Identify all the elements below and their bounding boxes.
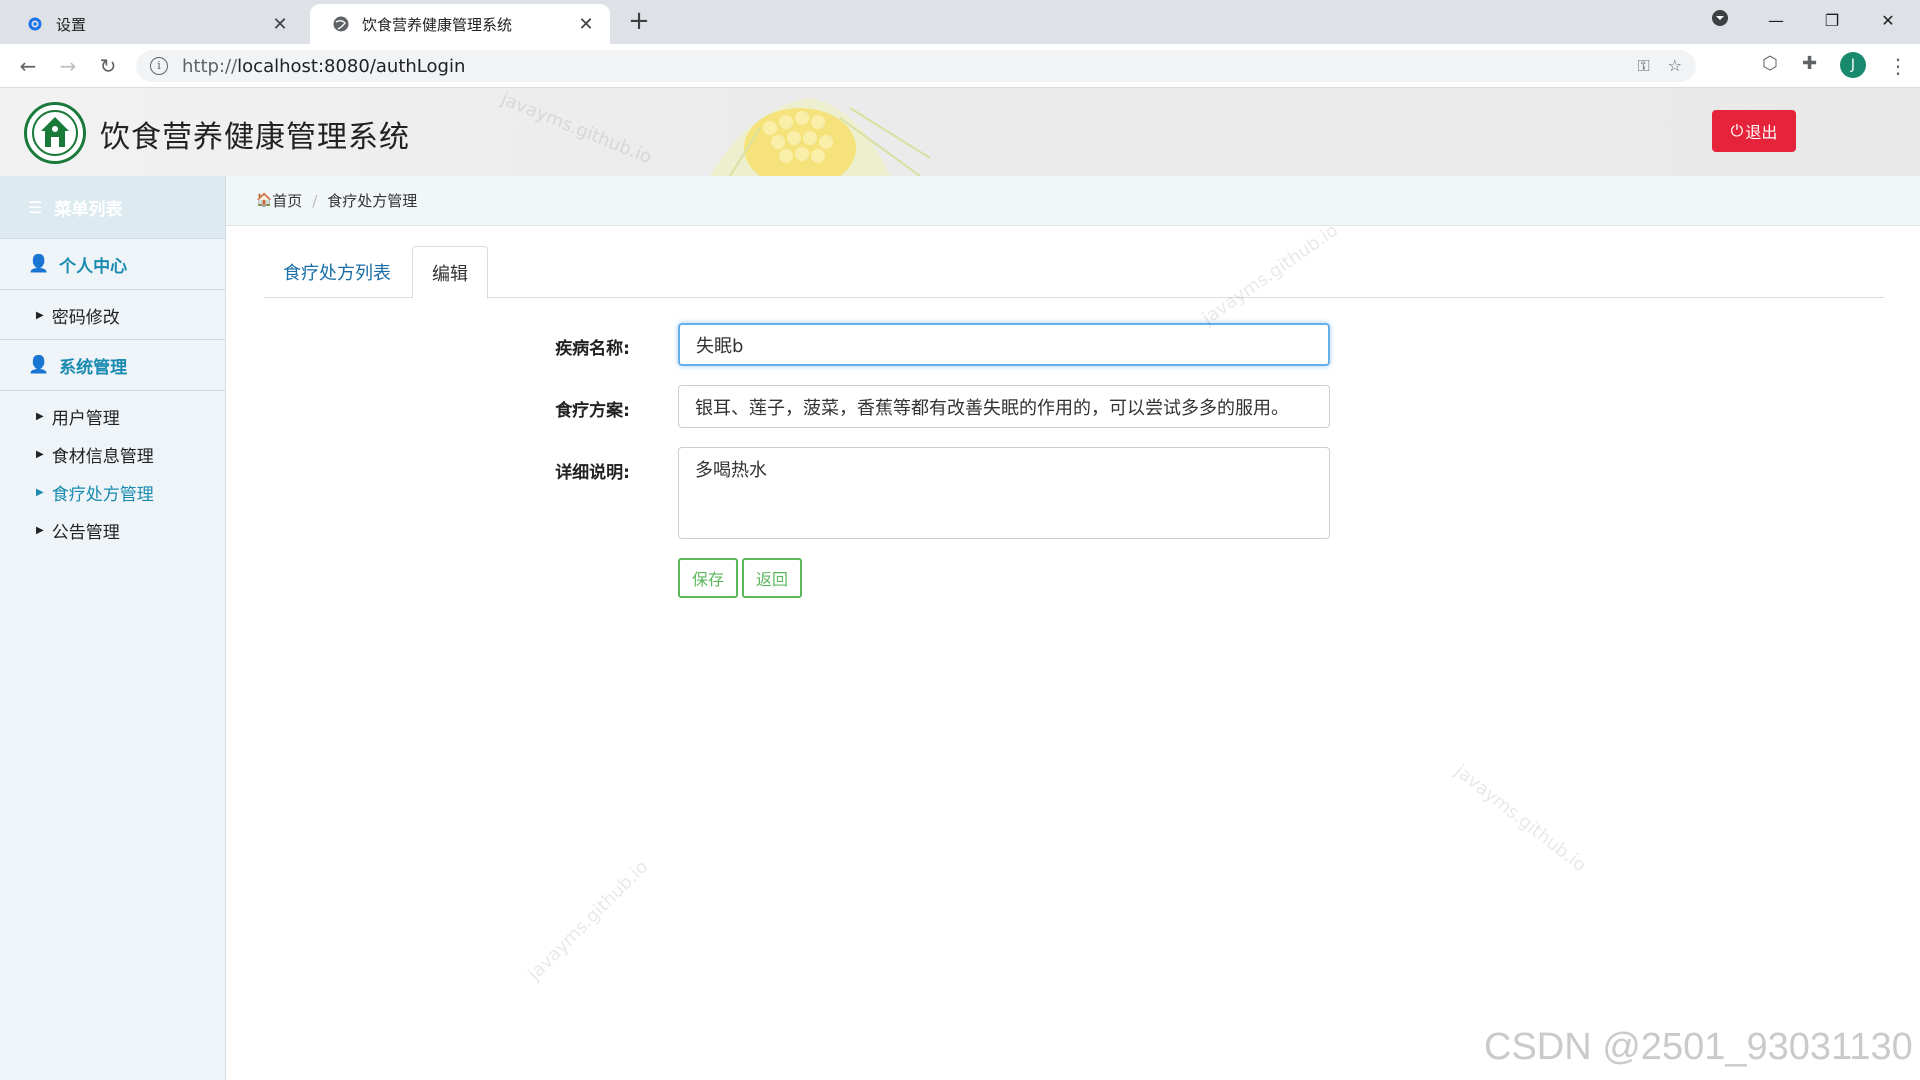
back-button[interactable]: 返回 bbox=[742, 558, 802, 598]
user-icon: 👤 bbox=[28, 254, 50, 274]
watermark: javayms.github.io bbox=[1450, 760, 1590, 877]
disease-name-input[interactable] bbox=[678, 323, 1330, 366]
breadcrumb-separator: / bbox=[312, 191, 318, 210]
logout-button[interactable]: ⏻ 退出 bbox=[1712, 110, 1796, 152]
caret-right-icon: ▶ bbox=[36, 524, 44, 536]
detail-label: 详细说明: bbox=[555, 463, 630, 483]
sidebar-menu-title: 菜单列表 bbox=[54, 199, 123, 220]
university-logo bbox=[24, 102, 86, 164]
detail-textarea[interactable]: 多喝热水 bbox=[678, 447, 1330, 539]
key-icon[interactable]: ⚿ bbox=[1637, 56, 1649, 76]
corn-illustration bbox=[710, 98, 930, 176]
avatar[interactable]: J bbox=[1840, 52, 1866, 78]
breadcrumb-home[interactable]: 首页 bbox=[272, 190, 302, 211]
star-icon[interactable]: ☆ bbox=[1668, 56, 1682, 76]
sidebar-group-label: 系统管理 bbox=[59, 357, 128, 378]
sidebar-item-label: 食疗处方管理 bbox=[51, 484, 154, 505]
power-icon: ⏻ bbox=[1730, 121, 1744, 140]
breadcrumb-current: 食疗处方管理 bbox=[327, 192, 418, 210]
csdn-watermark: CSDN @2501_93031130 bbox=[1484, 1026, 1913, 1068]
sidebar-item-users[interactable]: ▶ 用户管理 bbox=[0, 397, 225, 435]
page-tabs: 食疗处方列表 编辑 bbox=[264, 246, 1884, 299]
window-controls: — ❐ ✕ bbox=[1692, 0, 1916, 40]
profile-dropdown-icon[interactable] bbox=[1692, 9, 1748, 31]
browser-tab-title: 设置 bbox=[56, 15, 87, 34]
sidebar-item-label: 公告管理 bbox=[51, 522, 120, 543]
tab-edit[interactable]: 编辑 bbox=[412, 246, 488, 299]
sidebar-item-label: 食材信息管理 bbox=[51, 446, 154, 467]
sidebar-item-label: 密码修改 bbox=[51, 307, 120, 328]
caret-right-icon: ▶ bbox=[36, 486, 44, 498]
minimize-icon[interactable]: — bbox=[1748, 11, 1804, 30]
site-info-icon[interactable]: i bbox=[150, 57, 168, 75]
restore-icon[interactable]: ❐ bbox=[1804, 11, 1860, 30]
sidebar-item-ingredients[interactable]: ▶ 食材信息管理 bbox=[0, 435, 225, 473]
logout-label: 退出 bbox=[1745, 123, 1778, 142]
url-input[interactable]: i http://localhost:8080/authLogin ⚿ ☆ bbox=[136, 50, 1696, 82]
omnibox-actions: ⚿ ☆ bbox=[1637, 56, 1682, 76]
list-icon: ☰ bbox=[28, 197, 43, 217]
sidebar-group-system[interactable]: 👤 系统管理 bbox=[0, 339, 225, 391]
watermark: javayms.github.io bbox=[524, 856, 653, 985]
address-bar-row: ← → ↻ i http://localhost:8080/authLogin … bbox=[0, 44, 1920, 88]
tab-list[interactable]: 食疗处方列表 bbox=[264, 246, 410, 298]
globe-icon bbox=[332, 15, 350, 33]
caret-right-icon: ▶ bbox=[36, 410, 44, 422]
caret-right-icon: ▶ bbox=[36, 309, 44, 321]
browser-tab-title: 饮食营养健康管理系统 bbox=[362, 15, 513, 34]
forward-arrow-icon[interactable]: → bbox=[56, 54, 80, 78]
home-icon: 🏠 bbox=[256, 193, 273, 208]
close-icon[interactable]: ✕ bbox=[576, 14, 596, 35]
save-button[interactable]: 保存 bbox=[678, 558, 738, 598]
sidebar-group-personal[interactable]: 👤 个人中心 bbox=[0, 238, 225, 290]
url-text: localhost:8080/authLogin bbox=[237, 55, 466, 77]
sidebar-menu-header: ☰ 菜单列表 bbox=[0, 176, 225, 238]
window-close-icon[interactable]: ✕ bbox=[1860, 11, 1916, 30]
url-protocol: http:// bbox=[182, 55, 238, 77]
sidebar: ☰ 菜单列表 👤 个人中心 ▶ 密码修改 👤 系统管理 ▶ 用户管理 ▶ 食材信… bbox=[0, 176, 226, 1080]
extension-icon[interactable]: ⬡ bbox=[1762, 53, 1778, 74]
close-icon[interactable]: ✕ bbox=[270, 14, 290, 35]
breadcrumb: 🏠 首页 / 食疗处方管理 bbox=[226, 176, 1920, 226]
browser-tab-app[interactable]: 饮食营养健康管理系统 ✕ bbox=[310, 4, 610, 44]
back-arrow-icon[interactable]: ← bbox=[16, 54, 40, 78]
browser-tab-bar: 设置 ✕ 饮食营养健康管理系统 ✕ + — ❐ ✕ bbox=[0, 0, 1920, 44]
user-icon: 👤 bbox=[28, 355, 50, 375]
sidebar-item-password[interactable]: ▶ 密码修改 bbox=[0, 296, 225, 334]
app-header: 饮食营养健康管理系统 ⏻ 退出 bbox=[0, 88, 1920, 176]
caret-right-icon: ▶ bbox=[36, 448, 44, 460]
puzzle-icon[interactable]: ✚ bbox=[1802, 53, 1817, 74]
gear-icon bbox=[26, 15, 44, 33]
sidebar-group-label: 个人中心 bbox=[59, 256, 128, 277]
page-title: 饮食营养健康管理系统 bbox=[100, 120, 410, 155]
browser-tab-settings[interactable]: 设置 ✕ bbox=[4, 4, 304, 44]
new-tab-button[interactable]: + bbox=[624, 6, 654, 36]
more-menu-icon[interactable]: ⋮ bbox=[1888, 54, 1908, 78]
diet-plan-input[interactable] bbox=[678, 385, 1330, 428]
sidebar-item-prescriptions[interactable]: ▶ 食疗处方管理 bbox=[0, 473, 225, 511]
sidebar-item-label: 用户管理 bbox=[51, 408, 120, 429]
sidebar-item-notices[interactable]: ▶ 公告管理 bbox=[0, 511, 225, 549]
reload-icon[interactable]: ↻ bbox=[96, 54, 120, 78]
diet-plan-label: 食疗方案: bbox=[555, 401, 630, 421]
disease-name-label: 疾病名称: bbox=[555, 339, 630, 359]
